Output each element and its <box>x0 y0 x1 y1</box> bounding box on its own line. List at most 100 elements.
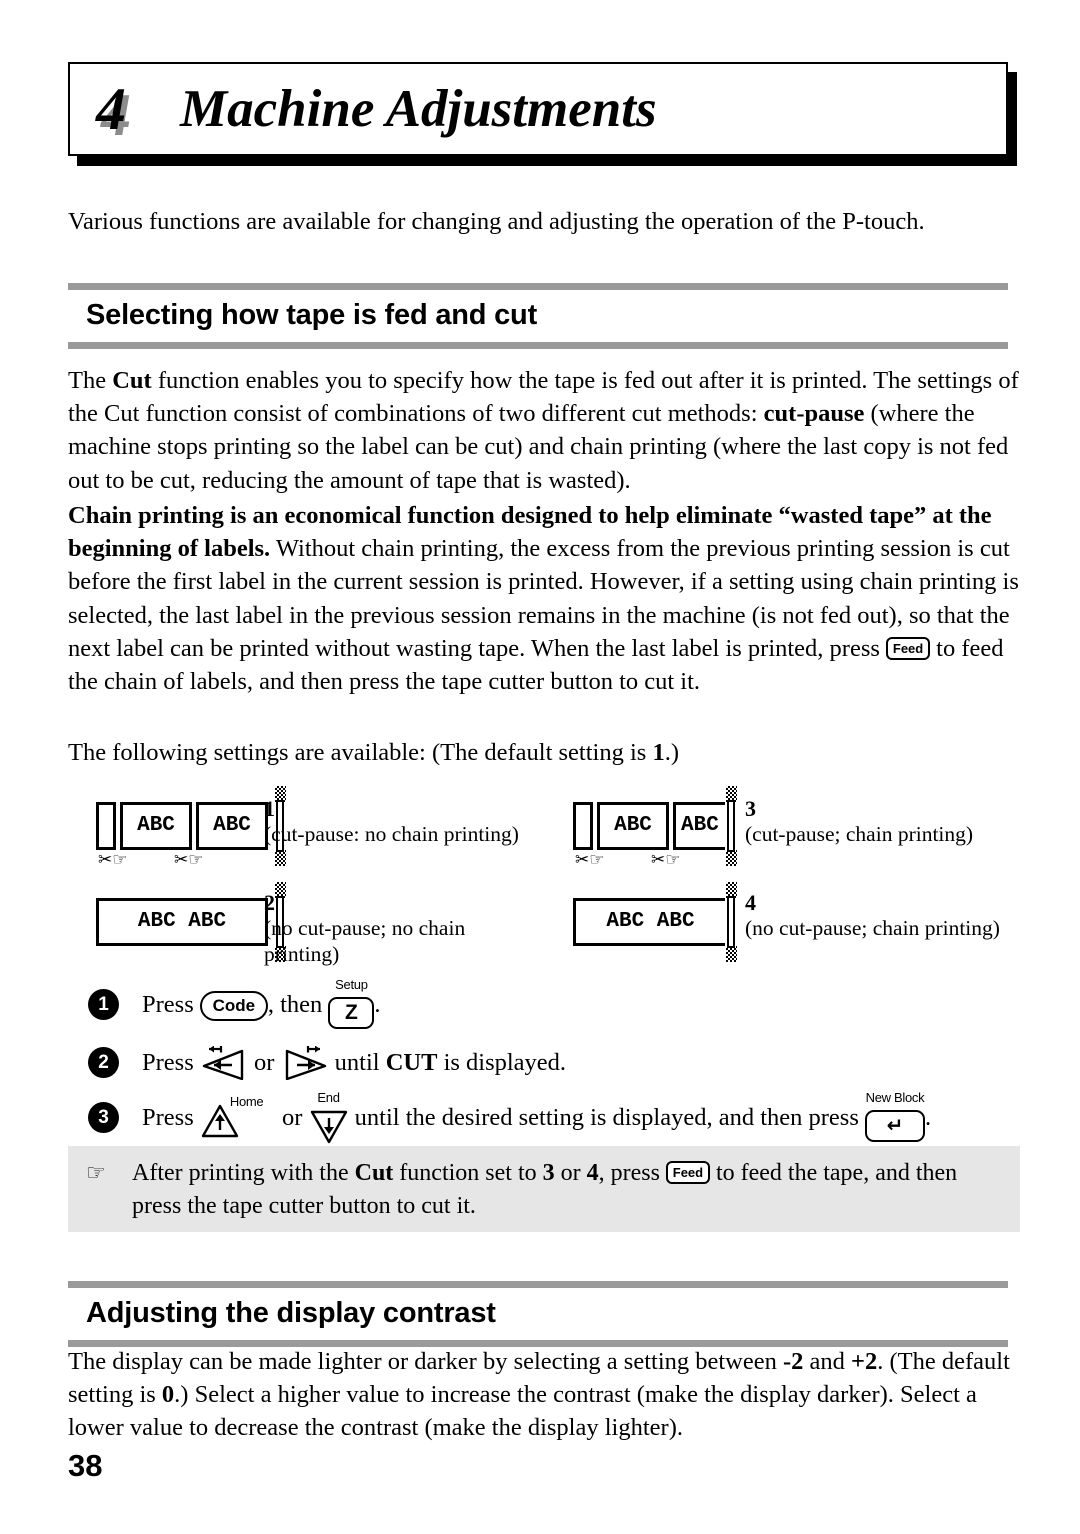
key-superscript-label: New Block <box>865 1090 925 1105</box>
tape-edge-checker-bottom <box>275 850 286 866</box>
enter-key-icon: ↵ <box>864 1110 925 1143</box>
text-seg: . <box>374 991 381 1019</box>
chapter-number: 4 <box>96 76 126 142</box>
setting-description: (no cut-pause; no chain printing) <box>264 916 466 966</box>
text-seg: After printing with the <box>132 1160 355 1186</box>
text-bold-cutpause: cut-pause <box>763 400 865 428</box>
tape-label-box-clipped: ABC <box>673 802 725 850</box>
tape-blank-segment <box>573 802 593 850</box>
text-seg: The display can be made lighter or darke… <box>68 1348 783 1375</box>
key-superscript-label: End <box>317 1090 340 1105</box>
tape-diagram-3: ABC ABC ✂☞ ✂☞ <box>573 786 743 881</box>
pointing-hand-icon: ☞ <box>86 1161 106 1186</box>
text-seg: .) <box>664 739 679 766</box>
text-seg: function set to <box>393 1160 543 1186</box>
setting-description: (cut-pause: no chain printing) <box>264 822 519 846</box>
text-seg: . <box>924 1104 932 1132</box>
text-bold-plus2: +2 <box>851 1348 878 1375</box>
setting-description: (no cut-pause; chain printing) <box>745 916 1000 940</box>
tape-edge-bar <box>727 800 735 852</box>
section-heading-tape-feed: Selecting how tape is fed and cut <box>68 283 1008 349</box>
home-key-group: Home <box>200 1095 264 1142</box>
page-number: 38 <box>68 1448 103 1483</box>
tape-edge-checker-bottom <box>726 850 737 866</box>
text-seg: Press <box>142 1049 200 1076</box>
text-bold-three: 3 <box>542 1160 555 1186</box>
code-key-icon: Code <box>199 990 268 1021</box>
setting-item-4: ABC ABC 4 (no cut-pause; chain printing) <box>573 882 1023 976</box>
rule-top <box>68 1281 1008 1288</box>
text-seg: The following settings are available: (T… <box>68 739 653 766</box>
tape-edge-bar <box>727 896 735 948</box>
setting-number: 1 <box>264 796 275 821</box>
tape-label-box: ABC <box>196 802 268 850</box>
step-2: 2 Press or until CUT is displayed. <box>88 1041 1023 1085</box>
paragraph-cut-intro: The Cut function enables you to specify … <box>68 364 1020 497</box>
text-seg: or <box>275 1104 309 1132</box>
new-block-key-group: New Block ↵ <box>864 1090 925 1148</box>
text-seg: .) Select a higher value to increase the… <box>68 1381 977 1442</box>
tape-edge-checker-bottom <box>726 946 737 962</box>
text-seg: Press <box>142 991 200 1019</box>
key-superscript-label: Setup <box>335 977 368 992</box>
setting-label-3: 3 (cut-pause; chain printing) <box>745 796 1025 847</box>
tape-label-box-clipped: ABC ABC <box>573 898 725 946</box>
settings-diagrams: ABC ABC ✂☞ ✂☞ 1 (cut-pause: no chain pri… <box>68 786 1020 976</box>
text-seg: or <box>247 1049 281 1076</box>
setting-item-1: ABC ABC ✂☞ ✂☞ 1 (cut-pause: no chain pri… <box>68 786 528 881</box>
tape-label-box: ABC <box>120 802 192 850</box>
section-title-text: Adjusting the display contrast <box>86 1297 496 1329</box>
paragraph-display-contrast: The display can be made lighter or darke… <box>68 1345 1020 1445</box>
tape-blank-segment <box>96 802 116 850</box>
text-bold-cut: Cut <box>112 367 152 394</box>
section-heading-display-contrast: Adjusting the display contrast <box>68 1281 1008 1347</box>
end-key-group: End <box>309 1091 349 1148</box>
step-bullet: 2 <box>88 1046 119 1078</box>
step-list: 1 Press Code, then Setup Z. 2 Press or unti… <box>88 978 1023 1154</box>
text-seg: until the desired setting is displayed, … <box>348 1104 865 1132</box>
setting-label-4: 4 (no cut-pause; chain printing) <box>745 890 1025 941</box>
text-bold-cut: Cut <box>354 1160 394 1186</box>
cut-mark-icon: ✂☞ <box>174 850 204 870</box>
text-seg: Press <box>142 1104 200 1132</box>
tape-diagram-1: ABC ABC ✂☞ ✂☞ <box>68 786 286 881</box>
step-bullet: 1 <box>88 989 119 1020</box>
setting-description: (cut-pause; chain printing) <box>745 822 974 846</box>
text-seg: , press <box>598 1160 666 1186</box>
section-title-text: Selecting how tape is fed and cut <box>86 299 538 331</box>
setting-number: 3 <box>745 796 756 821</box>
note-box: ☞ After printing with the Cut function s… <box>68 1146 1020 1232</box>
key-superscript-label: Home <box>229 1093 264 1109</box>
setting-label-2: 2 (no cut-pause; no chain printing) <box>264 890 514 967</box>
rule-top <box>68 283 1008 290</box>
tape-cassette-edge <box>725 882 737 976</box>
tape-diagram-4: ABC ABC <box>573 882 743 976</box>
cursor-right-key-icon <box>281 1046 329 1081</box>
chapter-header: 4 Machine Adjustments <box>68 62 1017 166</box>
setting-number: 2 <box>264 890 275 915</box>
note-text: After printing with the Cut function set… <box>132 1157 1002 1223</box>
step-1: 1 Press Code, then Setup Z. <box>88 978 1023 1035</box>
tape-cassette-edge <box>725 786 737 881</box>
tape-label-box: ABC ABC <box>96 898 268 946</box>
rule-bottom <box>68 342 1008 349</box>
text-bold-default: 1 <box>652 739 665 766</box>
manual-page: 4 Machine Adjustments Various functions … <box>0 0 1080 1534</box>
step-bullet: 3 <box>88 1102 119 1133</box>
intro-paragraph: Various functions are available for chan… <box>68 208 925 235</box>
text-seg: until <box>328 1049 386 1076</box>
setup-key-group: Setup Z <box>328 977 375 1035</box>
text-seg: or <box>554 1160 587 1186</box>
cut-mark-icon: ✂☞ <box>651 850 681 870</box>
text-seg: The <box>68 367 113 394</box>
chapter-title: Machine Adjustments <box>180 80 657 138</box>
cut-mark-icon: ✂☞ <box>575 850 605 870</box>
feed-key-icon: Feed <box>886 636 931 660</box>
step-3: 3 Press Home or End until the desired set… <box>88 1091 1023 1148</box>
text-seg: is displayed. <box>437 1049 567 1076</box>
z-key-icon: Z <box>328 997 375 1030</box>
tape-label-box: ABC <box>597 802 669 850</box>
feed-key-icon: Feed <box>665 1160 710 1184</box>
text-bold-cut-mode: CUT <box>385 1049 438 1076</box>
paragraph-chain-printing: Chain printing is an economical function… <box>68 499 1020 698</box>
